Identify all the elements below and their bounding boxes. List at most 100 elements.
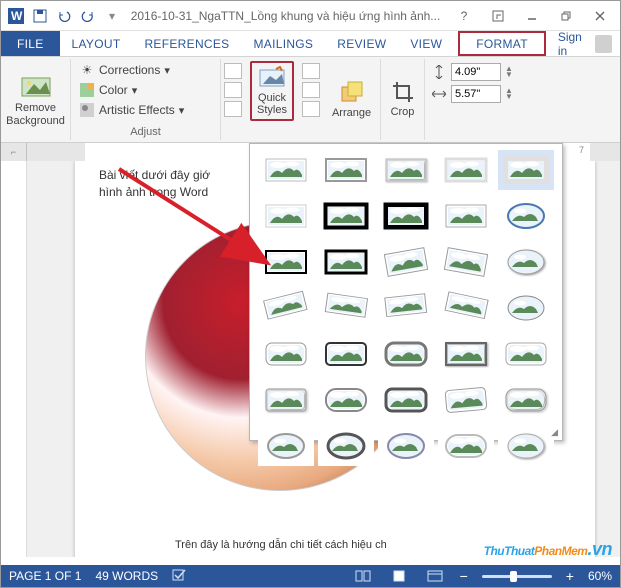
arrange-label: Arrange (332, 107, 371, 119)
color-button[interactable]: Color ▾ (77, 81, 186, 99)
width-input[interactable]: 5.57" (451, 85, 501, 103)
status-proofing-icon[interactable] (172, 568, 188, 585)
crop-icon (391, 80, 415, 104)
avatar-icon (595, 35, 612, 53)
picture-style-option[interactable] (378, 196, 434, 236)
save-icon[interactable] (29, 5, 51, 27)
redo-icon[interactable] (77, 5, 99, 27)
height-field-row: 4.09" ▲▼ (431, 63, 513, 81)
word-app-icon: W (5, 5, 27, 27)
picture-style-option[interactable] (378, 288, 434, 328)
picture-style-option[interactable] (498, 334, 554, 374)
spinner-icon[interactable]: ▲▼ (505, 66, 513, 77)
width-icon (431, 86, 447, 102)
sign-in-link[interactable]: Sign in (550, 31, 620, 56)
picture-style-option[interactable] (378, 380, 434, 420)
restore-icon[interactable] (550, 5, 582, 27)
picture-style-option[interactable] (438, 288, 494, 328)
spinner-icon[interactable]: ▲▼ (505, 88, 513, 99)
view-read-icon[interactable] (352, 568, 374, 584)
gallery-resize-icon[interactable]: ◢ (551, 427, 558, 438)
document-title: 2016-10-31_NgaTTN_Lồng khung và hiệu ứng… (125, 9, 446, 23)
picture-style-option[interactable] (438, 242, 494, 282)
picture-effects-icon[interactable] (302, 82, 320, 98)
picture-style-option[interactable] (498, 242, 554, 282)
tab-file[interactable]: FILE (1, 31, 60, 56)
picture-style-option[interactable] (258, 242, 314, 282)
picture-style-option[interactable] (438, 426, 494, 466)
change-picture-icon[interactable] (224, 82, 242, 98)
reset-picture-icon[interactable] (224, 101, 242, 117)
picture-style-option[interactable] (378, 426, 434, 466)
height-input[interactable]: 4.09" (451, 63, 501, 81)
adjust-group-label: Adjust (130, 124, 161, 138)
picture-style-option[interactable] (258, 426, 314, 466)
picture-style-option[interactable] (378, 334, 434, 374)
picture-style-option[interactable] (498, 196, 554, 236)
picture-style-option[interactable] (318, 150, 374, 190)
quick-styles-button[interactable]: Quick Styles (253, 64, 291, 118)
artistic-icon (79, 102, 95, 118)
picture-style-option[interactable] (498, 288, 554, 328)
zoom-level[interactable]: 60% (588, 569, 612, 583)
view-print-icon[interactable] (388, 568, 410, 584)
minimize-icon[interactable] (516, 5, 548, 27)
picture-style-option[interactable] (438, 196, 494, 236)
ruler-mark: 7 (579, 145, 584, 155)
tab-references[interactable]: REFERENCES (132, 31, 241, 56)
picture-style-option[interactable] (258, 380, 314, 420)
picture-style-option[interactable] (378, 242, 434, 282)
picture-style-option[interactable] (498, 150, 554, 190)
arrange-button[interactable]: Arrange (326, 61, 377, 138)
corrections-label: Corrections (99, 63, 160, 77)
picture-border-icon[interactable] (302, 63, 320, 79)
brightness-icon: ☀ (79, 62, 95, 78)
tab-layout[interactable]: LAYOUT (60, 31, 133, 56)
status-page[interactable]: PAGE 1 OF 1 (9, 569, 81, 583)
picture-style-option[interactable] (318, 242, 374, 282)
picture-style-option[interactable] (498, 380, 554, 420)
picture-style-option[interactable] (258, 288, 314, 328)
height-icon (431, 64, 447, 80)
zoom-slider[interactable] (482, 575, 552, 578)
picture-style-option[interactable] (318, 334, 374, 374)
picture-style-option[interactable] (438, 334, 494, 374)
picture-style-option[interactable] (438, 150, 494, 190)
zoom-in-icon[interactable]: + (566, 568, 574, 584)
picture-style-option[interactable] (498, 426, 554, 466)
quick-styles-icon (258, 66, 286, 90)
artistic-effects-button[interactable]: Artistic Effects ▾ (77, 101, 186, 119)
picture-style-option[interactable] (438, 380, 494, 420)
picture-style-option[interactable] (318, 288, 374, 328)
sign-in-label: Sign in (558, 30, 592, 58)
picture-style-option[interactable] (318, 426, 374, 466)
remove-background-button[interactable]: Remove Background (0, 61, 71, 138)
tab-mailings[interactable]: MAILINGS (241, 31, 325, 56)
undo-icon[interactable] (53, 5, 75, 27)
body-text-bottom: Trên đây là hướng dẫn chi tiết cách hiệu… (175, 539, 387, 551)
vertical-ruler[interactable] (1, 161, 27, 557)
qat-customize-icon[interactable]: ▾ (101, 5, 123, 27)
picture-style-option[interactable] (258, 334, 314, 374)
view-web-icon[interactable] (424, 568, 446, 584)
tab-review[interactable]: REVIEW (325, 31, 398, 56)
tab-view[interactable]: VIEW (398, 31, 454, 56)
close-icon[interactable] (584, 5, 616, 27)
color-label: Color (99, 83, 128, 97)
picture-layout-icon[interactable] (302, 101, 320, 117)
crop-button[interactable]: Crop (385, 61, 421, 138)
tab-format[interactable]: FORMAT (458, 31, 546, 56)
status-words[interactable]: 49 WORDS (95, 569, 158, 583)
corrections-button[interactable]: ☀Corrections ▾ (77, 61, 186, 79)
zoom-out-icon[interactable]: − (460, 568, 468, 584)
picture-style-option[interactable] (258, 150, 314, 190)
picture-style-option[interactable] (378, 150, 434, 190)
ruler-corner: ⌐ (1, 143, 27, 161)
picture-styles-gallery: ◢ (249, 143, 563, 441)
picture-style-option[interactable] (318, 196, 374, 236)
help-icon[interactable]: ? (448, 5, 480, 27)
picture-style-option[interactable] (258, 196, 314, 236)
ribbon-options-icon[interactable] (482, 5, 514, 27)
picture-style-option[interactable] (318, 380, 374, 420)
compress-pictures-icon[interactable] (224, 63, 242, 79)
